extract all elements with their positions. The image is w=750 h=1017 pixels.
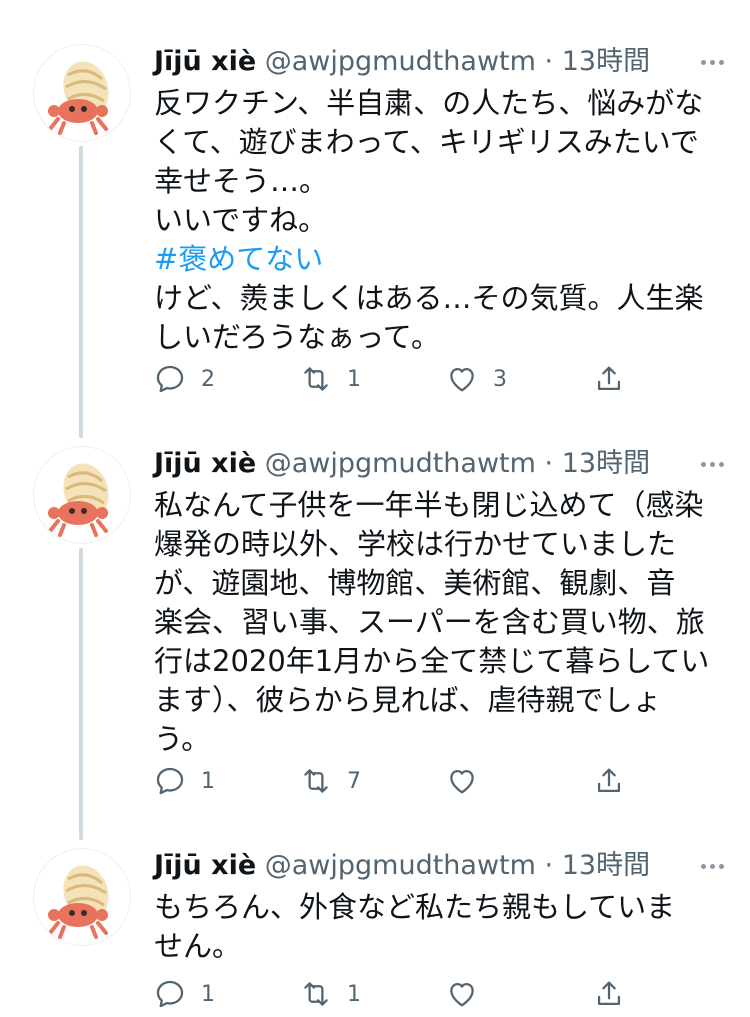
reply-button[interactable]: 1 [153, 761, 215, 801]
author-name[interactable]: Jījū xiè [154, 448, 256, 479]
share-icon [597, 366, 621, 391]
tweet-text: 反ワクチン、半自粛、の人たち、悩みがな くて、遊びまわって、キリギリスみたいで … [154, 84, 724, 357]
tweet-text-line: しいだろうなぁって。 [154, 320, 440, 354]
tweet-text-line: 反ワクチン、半自粛、の人たち、悩みがな [154, 86, 704, 120]
tweet-header: Jījū xiè @awjpgmudthawtm · 13時間 [154, 446, 724, 482]
reply-count: 1 [201, 981, 215, 1007]
author-handle[interactable]: @awjpgmudthawtm [265, 850, 536, 881]
tweet-text-line: もちろん、外食など私たち親もしていま [154, 890, 676, 924]
tweet-text-line: くて、遊びまわって、キリギリスみたいで [154, 125, 699, 159]
tweet-text-line: せん。 [154, 929, 242, 963]
hashtag-link[interactable]: #褒めてない [154, 240, 724, 279]
tweet-text: 私なんて子供を一年半も閉じ込めて（感染 爆発の時以外、学校は行かせていました が… [154, 486, 724, 759]
author-handle[interactable]: @awjpgmudthawtm [265, 46, 536, 77]
heart-icon [450, 769, 474, 794]
heart-icon [450, 367, 474, 392]
more-options-icon[interactable] [684, 848, 724, 884]
separator-dot: · [544, 448, 554, 479]
reply-icon [156, 767, 184, 795]
tweet-text-line: けど、羨ましくはある…その気質。人生楽 [154, 281, 704, 315]
share-icon [597, 768, 621, 793]
tweet-header: Jījū xiè @awjpgmudthawtm · 13時間 [154, 44, 724, 80]
separator-dot: · [544, 850, 554, 881]
share-button[interactable] [592, 761, 626, 801]
reply-icon [156, 365, 184, 393]
share-button[interactable] [592, 359, 626, 399]
retweet-button[interactable]: 7 [299, 761, 361, 801]
tweet-text-line: 楽会、習い事、スーパーを含む買い物、旅 [154, 605, 705, 639]
timestamp[interactable]: 13時間 [562, 448, 650, 479]
timestamp[interactable]: 13時間 [562, 850, 650, 881]
retweet-count: 1 [347, 981, 361, 1007]
like-button[interactable]: 3 [445, 359, 507, 399]
reply-count: 2 [201, 366, 215, 392]
separator-dot: · [544, 46, 554, 77]
tweet-text-line: 爆発の時以外、学校は行かせていました [154, 527, 677, 561]
tweet-text-line: 私なんて子供を一年半も閉じ込めて（感染 [154, 488, 704, 522]
retweet-icon [304, 367, 328, 391]
tweet-text: もちろん、外食など私たち親もしていま せん。 [154, 888, 724, 966]
hermit-crab-avatar-icon [48, 463, 109, 537]
reply-button[interactable]: 2 [153, 359, 215, 399]
reply-icon [156, 980, 184, 1008]
more-options-icon[interactable] [684, 44, 724, 80]
retweet-icon [304, 769, 328, 793]
timestamp[interactable]: 13時間 [562, 46, 650, 77]
hermit-crab-avatar-icon [48, 61, 109, 135]
tweet-text-line: 幸せそう…。 [154, 164, 329, 198]
like-button[interactable] [445, 974, 493, 1014]
tweet-header: Jījū xiè @awjpgmudthawtm · 13時間 [154, 848, 724, 884]
tweet-text-line: いいですね。 [154, 203, 328, 237]
avatar[interactable] [33, 848, 131, 946]
more-options-icon[interactable] [684, 446, 724, 482]
share-icon [597, 981, 621, 1006]
tweet-text-line: ます）、彼らから見れば、虐待親でしょ [154, 683, 662, 717]
author-name[interactable]: Jījū xiè [154, 850, 256, 881]
tweet-actions: 2 1 3 [0, 359, 750, 399]
tweet-text-line: う。 [154, 722, 211, 756]
like-button[interactable] [445, 761, 493, 801]
hermit-crab-avatar-icon [48, 865, 109, 939]
tweet-text-line: が、遊園地、博物館、美術館、観劇、音 [154, 566, 676, 600]
share-button[interactable] [592, 974, 626, 1014]
author-handle[interactable]: @awjpgmudthawtm [265, 448, 536, 479]
tweet-text-line: 行は2020年1月から全て禁じて暮らしてい [154, 644, 710, 678]
tweet-actions: 1 7 [0, 761, 750, 801]
retweet-count: 1 [347, 366, 361, 392]
retweet-button[interactable]: 1 [299, 974, 361, 1014]
avatar[interactable] [33, 446, 131, 544]
like-count: 3 [493, 366, 507, 392]
author-name[interactable]: Jījū xiè [154, 46, 256, 77]
reply-button[interactable]: 1 [153, 974, 215, 1014]
tweet-actions: 1 1 [0, 974, 750, 1014]
avatar[interactable] [33, 44, 131, 142]
reply-count: 1 [201, 768, 215, 794]
retweet-icon [304, 982, 328, 1006]
heart-icon [450, 982, 474, 1007]
retweet-count: 7 [347, 768, 361, 794]
retweet-button[interactable]: 1 [299, 359, 361, 399]
